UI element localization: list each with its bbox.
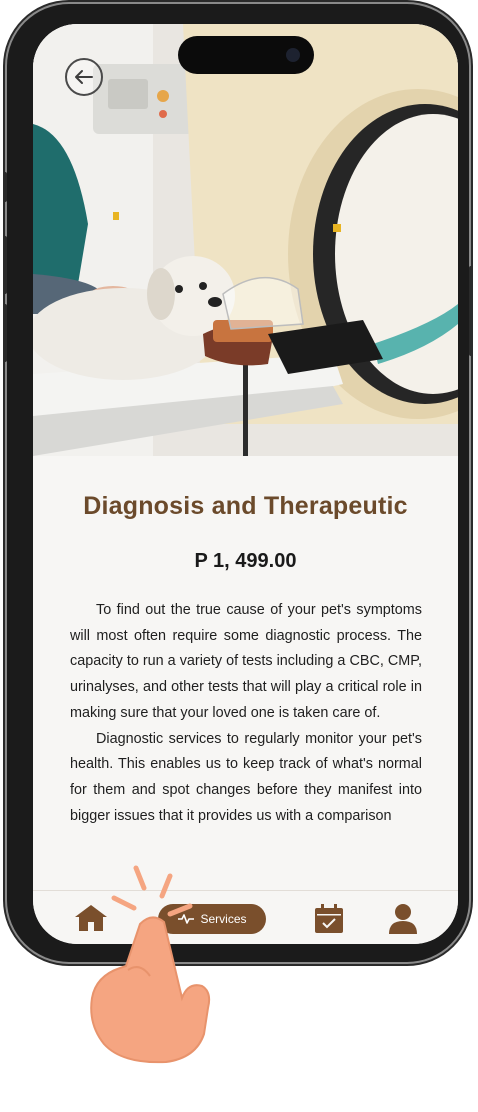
description-paragraph: Diagnostic services to regularly monitor…	[70, 730, 422, 824]
user-icon	[389, 904, 417, 934]
description-paragraph: To find out the true cause of your pet's…	[70, 602, 422, 721]
arrow-left-icon	[75, 70, 93, 84]
nav-appointments[interactable]	[311, 901, 347, 937]
volume-up-button	[3, 236, 7, 294]
service-title: Diagnosis and Therapeutic	[83, 492, 408, 520]
volume-down-button	[3, 304, 7, 362]
service-details: Diagnosis and Therapeutic P 1, 499.00 To…	[33, 456, 458, 896]
mute-switch	[3, 172, 7, 202]
service-description: To find out the true cause of your pet's…	[70, 598, 422, 894]
phone-frame: Diagnosis and Therapeutic P 1, 499.00 To…	[3, 4, 473, 962]
app-screen: Diagnosis and Therapeutic P 1, 499.00 To…	[33, 24, 458, 944]
calendar-check-icon	[315, 904, 343, 933]
service-price: P 1, 499.00	[194, 550, 297, 572]
back-button[interactable]	[65, 58, 103, 96]
nav-profile[interactable]	[385, 901, 421, 937]
tap-hand-pointer	[70, 858, 230, 1068]
dynamic-island	[178, 36, 314, 74]
power-button	[469, 266, 473, 356]
